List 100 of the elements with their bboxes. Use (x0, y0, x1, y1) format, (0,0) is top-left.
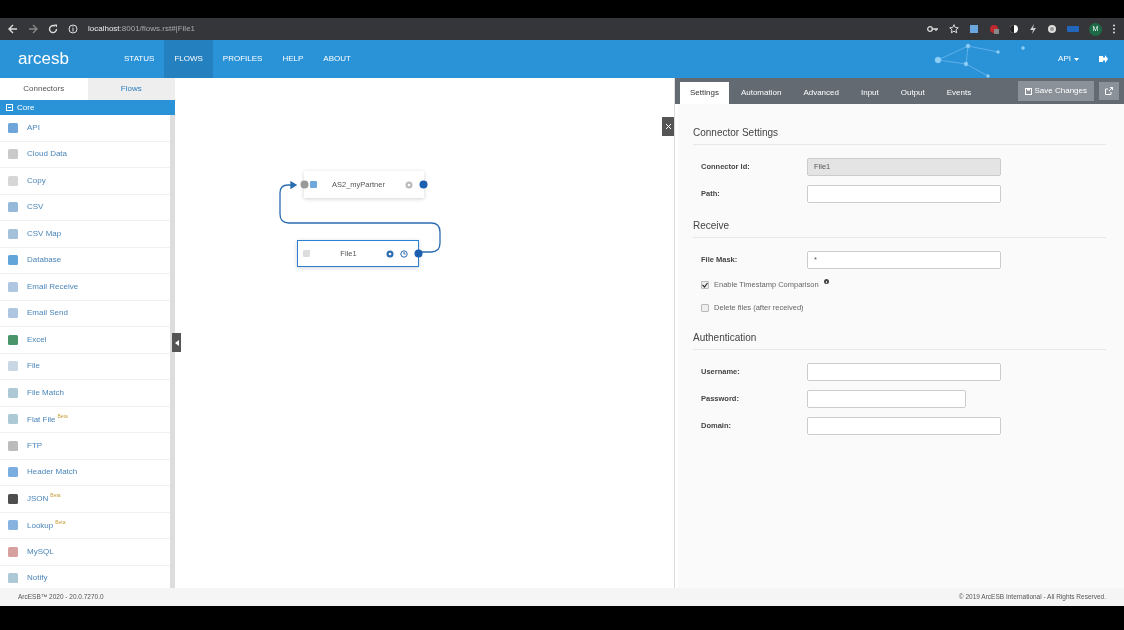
connector-icon (7, 413, 19, 426)
logo[interactable]: arcesb (0, 46, 114, 72)
connector-item[interactable]: Email Receive (0, 274, 170, 301)
forward-icon[interactable] (28, 24, 38, 34)
close-button[interactable] (662, 117, 674, 136)
connector-label: Email Receive (27, 280, 79, 293)
check-icon (702, 281, 708, 288)
sidebar-tab[interactable]: Flows (87, 78, 175, 100)
connector-icon (7, 174, 19, 187)
panel-tab[interactable]: Advanced (793, 82, 849, 104)
connector-item[interactable]: Copy (0, 168, 170, 195)
connector-item[interactable]: File (0, 353, 170, 380)
connector-item[interactable]: Excel (0, 327, 170, 354)
section-title: Receive (693, 213, 1106, 238)
connector-icon (7, 519, 19, 532)
connector-label: Copy (27, 174, 46, 187)
connector-icon (7, 280, 19, 293)
connector-label: MySQL (27, 545, 54, 558)
external-link-icon (1105, 87, 1113, 95)
gear-icon[interactable] (386, 249, 394, 258)
nav-item[interactable]: STATUS (114, 40, 165, 78)
caret-icon (1074, 57, 1079, 61)
extension-icon[interactable] (1047, 24, 1057, 34)
connector-item[interactable]: Flat File $^{Beta}$ (0, 406, 170, 433)
close-icon (665, 124, 671, 129)
connector-label: Flat File $^{Beta}$ (27, 412, 68, 426)
connector-item[interactable]: Header Match (0, 459, 170, 486)
checkbox[interactable] (701, 303, 709, 312)
section-title: Authentication (693, 325, 1106, 350)
address-bar[interactable]: localhost:8001/flows.rst#|File1 (88, 23, 196, 35)
connector-label: FTP (27, 439, 43, 452)
connector-icon (7, 201, 19, 214)
group-header[interactable]: Core (0, 100, 175, 115)
sidebar-tab[interactable]: Connectors (0, 78, 88, 100)
connector-item[interactable]: File Match (0, 380, 170, 407)
input-field[interactable] (807, 362, 1001, 381)
panel-tab[interactable]: Settings (680, 82, 729, 104)
input-field[interactable] (807, 389, 966, 408)
group-label: Core (17, 101, 35, 114)
connector-item[interactable]: API (0, 115, 170, 142)
connector-label: Excel (27, 333, 47, 346)
panel-tab[interactable]: Input (850, 82, 889, 104)
connector-icon (7, 148, 19, 161)
input-field[interactable] (807, 184, 1001, 203)
save-changes-button[interactable]: Save Changes (1017, 81, 1094, 101)
connector-icon (7, 386, 19, 399)
connector-label: Database (27, 254, 62, 267)
connector-icon (7, 572, 19, 585)
connector-item[interactable]: MySQL (0, 539, 170, 566)
section-title: Connector Settings (693, 120, 1106, 145)
api-menu[interactable]: API (1048, 40, 1089, 78)
collapse-sidebar-button[interactable] (172, 333, 181, 352)
connector-item[interactable]: JSON $^{Beta}$ (0, 486, 170, 513)
connector-icon (7, 466, 19, 479)
connector-icon (7, 307, 19, 320)
open-external-button[interactable] (1099, 82, 1119, 100)
menu-icon[interactable] (1112, 24, 1116, 34)
back-icon[interactable] (8, 24, 18, 34)
connector-icon (7, 227, 19, 240)
contrast-icon[interactable] (1009, 24, 1019, 34)
connector-item[interactable]: Database (0, 247, 170, 274)
connector-item[interactable]: Lookup $^{Beta}$ (0, 512, 170, 539)
info-icon[interactable] (823, 279, 829, 284)
key-icon[interactable] (927, 24, 939, 34)
nav-item[interactable]: FLOWS (164, 40, 213, 78)
connector-icon (7, 545, 19, 558)
connector-label: Cloud Data (27, 148, 68, 161)
panel-tab[interactable]: Output (890, 82, 935, 104)
connector-icon (7, 333, 19, 346)
connector-label: File Match (27, 386, 64, 399)
extension-icon[interactable] (969, 24, 979, 34)
checkbox[interactable] (701, 280, 709, 289)
connector-icon (7, 439, 19, 452)
reload-icon[interactable] (48, 24, 58, 34)
star-icon[interactable] (949, 24, 959, 34)
connector-label: File (27, 360, 40, 373)
save-icon (1024, 87, 1032, 95)
output-port-icon[interactable] (419, 180, 428, 189)
connector-label: CSV (27, 201, 44, 214)
connector-label: Lookup $^{Beta}$ (27, 518, 66, 532)
connector-label: Email Send (27, 307, 68, 320)
panel-tab[interactable]: Events (936, 82, 982, 104)
info-icon (68, 24, 78, 34)
connector-item[interactable]: Email Send (0, 300, 170, 327)
input-field[interactable] (807, 416, 1001, 435)
connector-item[interactable]: CSV Map (0, 221, 170, 248)
output-port-icon[interactable] (414, 249, 423, 258)
logout-icon (1099, 55, 1108, 63)
input-port-icon[interactable] (300, 180, 309, 189)
connector-item[interactable]: Cloud Data (0, 141, 170, 168)
connector-icon (7, 254, 19, 267)
clock-icon[interactable] (400, 249, 408, 258)
lightning-icon[interactable] (1029, 24, 1037, 34)
connector-item[interactable]: FTP (0, 433, 170, 460)
connector-label: Notify (27, 572, 48, 585)
nav-item[interactable]: HELP (272, 40, 314, 78)
nav-item[interactable]: PROFILES (212, 40, 273, 78)
panel-tab[interactable]: Automation (730, 82, 792, 104)
connector-item[interactable]: CSV (0, 194, 170, 221)
nav-item[interactable]: ABOUT (313, 40, 361, 78)
